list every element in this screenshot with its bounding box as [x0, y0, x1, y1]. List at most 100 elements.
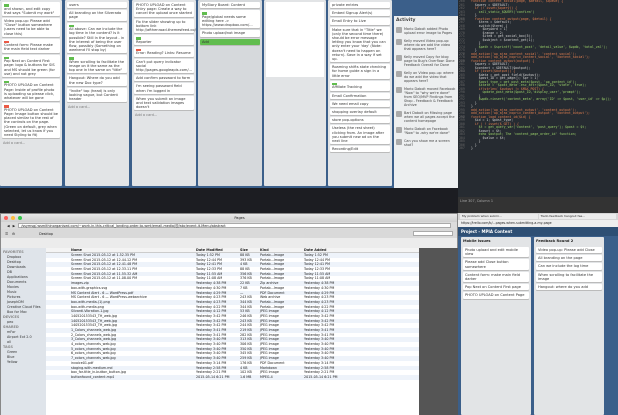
trello-card[interactable]: Photo upload and edit mobile view: [463, 247, 529, 258]
close-icon[interactable]: [4, 216, 8, 220]
trello-card[interactable]: and shown, and edit copy that says "Subm…: [2, 2, 60, 16]
gear-icon[interactable]: ⚙: [12, 232, 15, 236]
avatar[interactable]: [396, 27, 402, 33]
avatar[interactable]: [396, 39, 402, 45]
card-title: All above: Can we include the log time i…: [69, 27, 125, 53]
trello-card[interactable]: When you submit an image and text valida…: [134, 95, 194, 111]
trello-card[interactable]: Email Confirmation: [330, 92, 390, 99]
card-title: Video pop-up: Please add "Close" button …: [4, 18, 53, 36]
trello-card[interactable]: private entries: [330, 2, 390, 9]
trello-card[interactable]: Affiliate Tracking: [330, 80, 390, 91]
card-title: When scrolling to facilitate the image o…: [69, 59, 125, 73]
trello-card[interactable]: Roaming shifts state checking for home g…: [330, 64, 390, 79]
avatar[interactable]: [396, 111, 402, 117]
sidebar-item[interactable]: Yellow: [3, 360, 44, 365]
trello-card[interactable]: All branding on the page: [536, 255, 602, 262]
tab-1[interactable]: My problem when submi...: [460, 214, 538, 219]
trello-card[interactable]: Embed Signup Alert(s): [330, 10, 390, 17]
trello-card[interactable]: Hangout: Where do you add the new Doc ty…: [67, 75, 127, 86]
card-editor[interactable]: [266, 2, 324, 77]
browser-tabs: My problem when submi... Trello feedback…: [458, 213, 618, 220]
window-shadow: [419, 248, 459, 415]
col-kind[interactable]: Kind: [260, 248, 304, 252]
trello-card[interactable]: All above: Can we include the log time i…: [67, 22, 127, 54]
trello-card[interactable]: Video pop-up: Please add "Close" button …: [2, 17, 60, 37]
search-input[interactable]: [413, 231, 453, 236]
trello-card[interactable]: Make sure that in "Title" we (only the s…: [330, 26, 390, 63]
col-name[interactable]: Name: [46, 248, 196, 252]
trello-card[interactable]: PHOTO UPLOAD on Content Page: Inside of …: [2, 78, 60, 102]
trello-card[interactable]: Can't put query indicator social http://…: [134, 58, 194, 74]
trello-card[interactable]: Reporter: [134, 35, 194, 45]
card-title: Roaming shifts state checking for home g…: [332, 65, 387, 78]
trello-card[interactable]: Pop Next on Content First page: [463, 284, 529, 291]
trello-card[interactable]: PHOTO UPLOAD on Content Page: [463, 292, 529, 299]
col-date-added[interactable]: Date Added: [304, 248, 364, 252]
view-icon[interactable]: ☰: [5, 232, 8, 236]
trello-card[interactable]: Video pop-up: Please add Close: [536, 247, 602, 254]
col-date-modified[interactable]: Date Modified: [196, 248, 240, 252]
trello-card[interactable]: All branding on the Silverado page: [67, 10, 127, 21]
trello-card[interactable]: Can we include the log time: [536, 263, 602, 270]
avatar[interactable]: [396, 139, 402, 145]
add-card-button[interactable]: Add a card...: [0, 140, 62, 146]
card-title: Page/global needs some editing here -> h…: [202, 14, 253, 28]
trello-card[interactable]: We need email copy: [330, 100, 390, 107]
card-title: Error: Reading? Links: Resume: [136, 51, 191, 56]
back-icon[interactable]: ◀: [7, 224, 10, 228]
trello-card[interactable]: I'm seeing password field when I'm logge…: [134, 83, 194, 94]
trello-card[interactable]: PHOTO UPLOAD on Content Page: Image butt…: [2, 103, 60, 139]
col-size[interactable]: Size: [240, 248, 260, 252]
trello-card[interactable]: users: [67, 2, 127, 9]
card-title: Add confirm password to form: [136, 76, 191, 81]
trello-card[interactable]: Page/global needs some editing here -> h…: [200, 10, 260, 29]
add-card-button[interactable]: Add a card...: [65, 104, 129, 110]
trello-card[interactable]: Content form: Please make the main field…: [2, 38, 60, 53]
trello-card[interactable]: Add confirm password to form: [134, 75, 194, 82]
trello-card[interactable]: shopping overlay default: [330, 108, 390, 116]
trello-card[interactable]: Pop Next on Content First page: logo & b…: [2, 54, 60, 77]
trello-card[interactable]: Email Entry to Live: [330, 18, 390, 25]
avatar[interactable]: [396, 55, 402, 61]
activity-title: Activity: [396, 18, 416, 23]
trello-card[interactable]: MyStory Board: Content: [200, 2, 260, 9]
trello-card[interactable]: Please add Close button somewhere: [463, 259, 529, 270]
file-date-added: 2015-05-14 6:21 PM: [304, 374, 338, 379]
window-title: Pages: [234, 216, 245, 220]
trello-card[interactable]: store pop-options: [330, 117, 390, 124]
activity-text: Mario Daboit on Facebook "Now" to -why w…: [404, 127, 450, 135]
card-title: Email Entry to Live: [332, 19, 366, 24]
trello-card[interactable]: Photo upload/not image: [200, 30, 260, 37]
avatar[interactable]: [396, 87, 402, 93]
code-editor[interactable]: 260 function content_social(page, $detail…: [458, 0, 618, 197]
trello-card[interactable]: Recording/Edit: [330, 146, 390, 153]
trello-card[interactable]: Content form: make main field darker: [463, 271, 529, 283]
card-title: Can't put query indicator social http://…: [136, 59, 192, 73]
trello-card[interactable]: Error: Reading? Links: Resume: [134, 46, 194, 57]
url-field[interactable]: https://trello.com/b/...pages-when-submi…: [458, 220, 618, 227]
activity-text: Bart Daboit on Missing page when we all …: [404, 111, 455, 123]
trello-card[interactable]: When scrolling to facilitate the image o…: [67, 55, 127, 74]
activity-item: Kelly moved Copy for blog page to Bug's …: [394, 53, 458, 69]
trello-list-3: PHOTO UPLOAD on Content Entry page: Crea…: [132, 0, 196, 186]
activity-item: Mario Daboit moved Facebook "Now" to "wh…: [394, 85, 458, 109]
trello-card[interactable]: PHOTO UPLOAD on Content Entry page: Crea…: [134, 2, 194, 17]
add-card-button[interactable]: Add: [200, 38, 260, 45]
file-browser-window: Pages ◀ ▶ /ssymsg/.wsmithinorganised.com…: [0, 213, 459, 415]
trello-list-5: private entries Embed Signup Alert(s) Emai…: [328, 0, 392, 186]
trello-card[interactable]: Hangout: where do you add: [536, 284, 602, 291]
minimize-icon[interactable]: [11, 216, 15, 220]
add-card-button[interactable]: Add a card...: [132, 112, 196, 118]
file-row[interactable]: buttonfound_content.mp4 2015-05-14 6:21 P…: [46, 374, 419, 380]
trello-card[interactable]: When scrolling to facilitate the image: [536, 271, 602, 283]
tab-2[interactable]: Trello feedback hangout fee...: [538, 214, 616, 219]
trello-card[interactable]: Useless (the rest sheet) clicking from. …: [330, 125, 390, 145]
avatar[interactable]: [396, 71, 402, 77]
avatar[interactable]: [396, 127, 402, 133]
trello-card[interactable]: Fix the slider showing up to bottom link…: [134, 18, 196, 34]
trello-card-detail-2: [264, 0, 326, 186]
forward-icon[interactable]: ▶: [13, 224, 16, 228]
url-field[interactable]: /ssymsg/.wsmithinorganised.com/~work-in-…: [18, 223, 451, 228]
trello-card[interactable]: "Invite" top (head) is only looking vagu…: [67, 87, 127, 103]
maximize-icon[interactable]: [18, 216, 22, 220]
